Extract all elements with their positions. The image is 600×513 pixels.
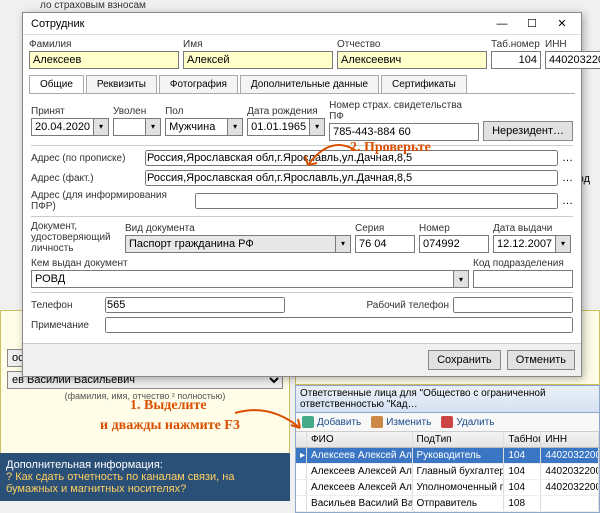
ellipsis-icon[interactable]: …	[562, 195, 573, 207]
col-inn[interactable]: ИНН	[541, 432, 599, 447]
info-bar: Дополнительная информация: ? Как сдать о…	[0, 453, 290, 501]
inn-input[interactable]	[545, 51, 600, 69]
issuer-input[interactable]	[31, 270, 453, 288]
addr-reg-label: Адрес (по прописке)	[31, 153, 141, 164]
tab-photo[interactable]: Фотография	[159, 75, 238, 93]
nonresident-button[interactable]: Нерезидент…	[483, 121, 573, 141]
series-input[interactable]	[355, 235, 415, 253]
fired-label: Уволен	[113, 106, 161, 117]
phone-input[interactable]	[105, 297, 285, 313]
col-role[interactable]: ПодТип	[413, 432, 505, 447]
chevron-down-icon[interactable]: ▾	[555, 235, 571, 253]
workphone-label: Рабочий телефон	[349, 300, 449, 311]
grid-title: Ответственные лица для "Общество с огран…	[296, 386, 599, 413]
bg-header-text: ло страховым взносам	[40, 0, 146, 11]
docno-input[interactable]	[419, 235, 489, 253]
dialog-title: Сотрудник	[27, 18, 487, 30]
col-marker[interactable]	[296, 432, 307, 447]
table-row[interactable]: Алексеев Алексей АлексеевичГлавный бухга…	[296, 464, 599, 480]
responsible-grid: Ответственные лица для "Общество с огран…	[295, 385, 600, 513]
col-fio[interactable]: ФИО	[307, 432, 413, 447]
issuer-label: Кем выдан документ	[31, 258, 469, 269]
surname-input[interactable]	[29, 51, 179, 69]
chevron-down-icon[interactable]: ▾	[309, 118, 325, 136]
add-button[interactable]: Добавить	[302, 416, 361, 428]
name-label: Имя	[183, 39, 333, 50]
employee-dialog: Сотрудник — ☐ ✕ Фамилия Имя Отчество Таб…	[22, 12, 582, 377]
delete-icon	[441, 416, 453, 428]
grid-toolbar: Добавить Изменить Удалить	[296, 413, 599, 432]
ellipsis-icon[interactable]: …	[562, 172, 573, 184]
tabno-input[interactable]	[491, 51, 541, 69]
dialog-body: Принят ▾ Уволен ▾ Пол ▾ Дата рождения ▾ …	[23, 94, 581, 343]
chevron-down-icon[interactable]: ▾	[93, 118, 109, 136]
pfno-input[interactable]	[329, 123, 479, 141]
tab-certs[interactable]: Сертификаты	[381, 75, 467, 93]
note-input[interactable]	[105, 317, 573, 333]
tab-requisites[interactable]: Реквизиты	[86, 75, 157, 93]
col-tab[interactable]: ТабНомер	[504, 432, 541, 447]
name-row: Фамилия Имя Отчество Таб.номер ИНН Узнат…	[23, 35, 581, 73]
delete-button[interactable]: Удалить	[441, 416, 494, 428]
tab-general[interactable]: Общие	[29, 75, 84, 93]
ellipsis-icon[interactable]: …	[562, 152, 573, 164]
grid-body: ▸Алексеев Алексей АлексеевичРуководитель…	[296, 448, 599, 512]
grid-header: ФИО ПодТип ТабНомер ИНН	[296, 432, 599, 448]
panel1-small: (фамилия, имя, отчество ² полностью)	[7, 391, 283, 401]
minimize-button[interactable]: —	[487, 14, 517, 34]
info-question[interactable]: ? Как сдать отчетность по каналам связи,…	[6, 471, 284, 495]
dob-label: Дата рождения	[247, 106, 325, 117]
subdiv-input[interactable]	[473, 270, 573, 288]
table-row[interactable]: ▸Алексеев Алексей АлексеевичРуководитель…	[296, 448, 599, 464]
doctype-input[interactable]	[125, 235, 335, 253]
maximize-button[interactable]: ☐	[517, 14, 547, 34]
hired-label: Принят	[31, 106, 109, 117]
docdate-label: Дата выдачи	[493, 223, 573, 234]
fired-input[interactable]	[113, 118, 145, 136]
hired-input[interactable]	[31, 118, 93, 136]
addr-fact-label: Адрес (факт.)	[31, 173, 141, 184]
tabno-label: Таб.номер	[491, 39, 541, 50]
docno-label: Номер	[419, 223, 489, 234]
save-button[interactable]: Сохранить	[428, 350, 501, 370]
phone-label: Телефон	[31, 300, 101, 311]
subdiv-label: Код подразделения	[473, 258, 573, 269]
sex-input[interactable]	[165, 118, 227, 136]
dob-input[interactable]	[247, 118, 309, 136]
patr-input[interactable]	[337, 51, 487, 69]
doctype-label: Вид документа	[125, 223, 351, 234]
pfno-label: Номер страх. свидетельства ПФ	[329, 100, 479, 122]
table-row[interactable]: Алексеев Алексей АлексеевичУполномоченны…	[296, 480, 599, 496]
name-input[interactable]	[183, 51, 333, 69]
info-heading: Дополнительная информация:	[6, 459, 284, 471]
cancel-button[interactable]: Отменить	[507, 350, 575, 370]
addr-reg-input[interactable]	[145, 150, 558, 166]
doc-label: Документ, удостоверяющий личность	[31, 221, 121, 254]
workphone-input[interactable]	[453, 297, 573, 313]
dialog-footer: Сохранить Отменить	[23, 343, 581, 376]
chevron-down-icon[interactable]: ▾	[145, 118, 161, 136]
addr-fact-input[interactable]	[145, 170, 558, 186]
addr-pfr-input[interactable]	[195, 193, 558, 209]
sex-label: Пол	[165, 106, 243, 117]
inn-label: ИНН	[545, 39, 600, 50]
close-button[interactable]: ✕	[547, 14, 577, 34]
table-row[interactable]: Васильев Василий ВасильевичОтправитель10…	[296, 496, 599, 512]
tabs: Общие Реквизиты Фотография Дополнительны…	[29, 75, 575, 94]
pencil-icon	[371, 416, 383, 428]
addr-pfr-label: Адрес (для информирования ПФР)	[31, 190, 191, 212]
edit-button[interactable]: Изменить	[371, 416, 431, 428]
chevron-down-icon[interactable]: ▾	[453, 270, 469, 288]
series-label: Серия	[355, 223, 415, 234]
chevron-down-icon[interactable]: ▾	[227, 118, 243, 136]
tab-addl[interactable]: Дополнительные данные	[240, 75, 379, 93]
titlebar: Сотрудник — ☐ ✕	[23, 13, 581, 35]
note-label: Примечание	[31, 320, 101, 331]
surname-label: Фамилия	[29, 39, 179, 50]
patr-label: Отчество	[337, 39, 487, 50]
plus-icon	[302, 416, 314, 428]
chevron-down-icon[interactable]: ▾	[335, 235, 351, 253]
docdate-input[interactable]	[493, 235, 555, 253]
